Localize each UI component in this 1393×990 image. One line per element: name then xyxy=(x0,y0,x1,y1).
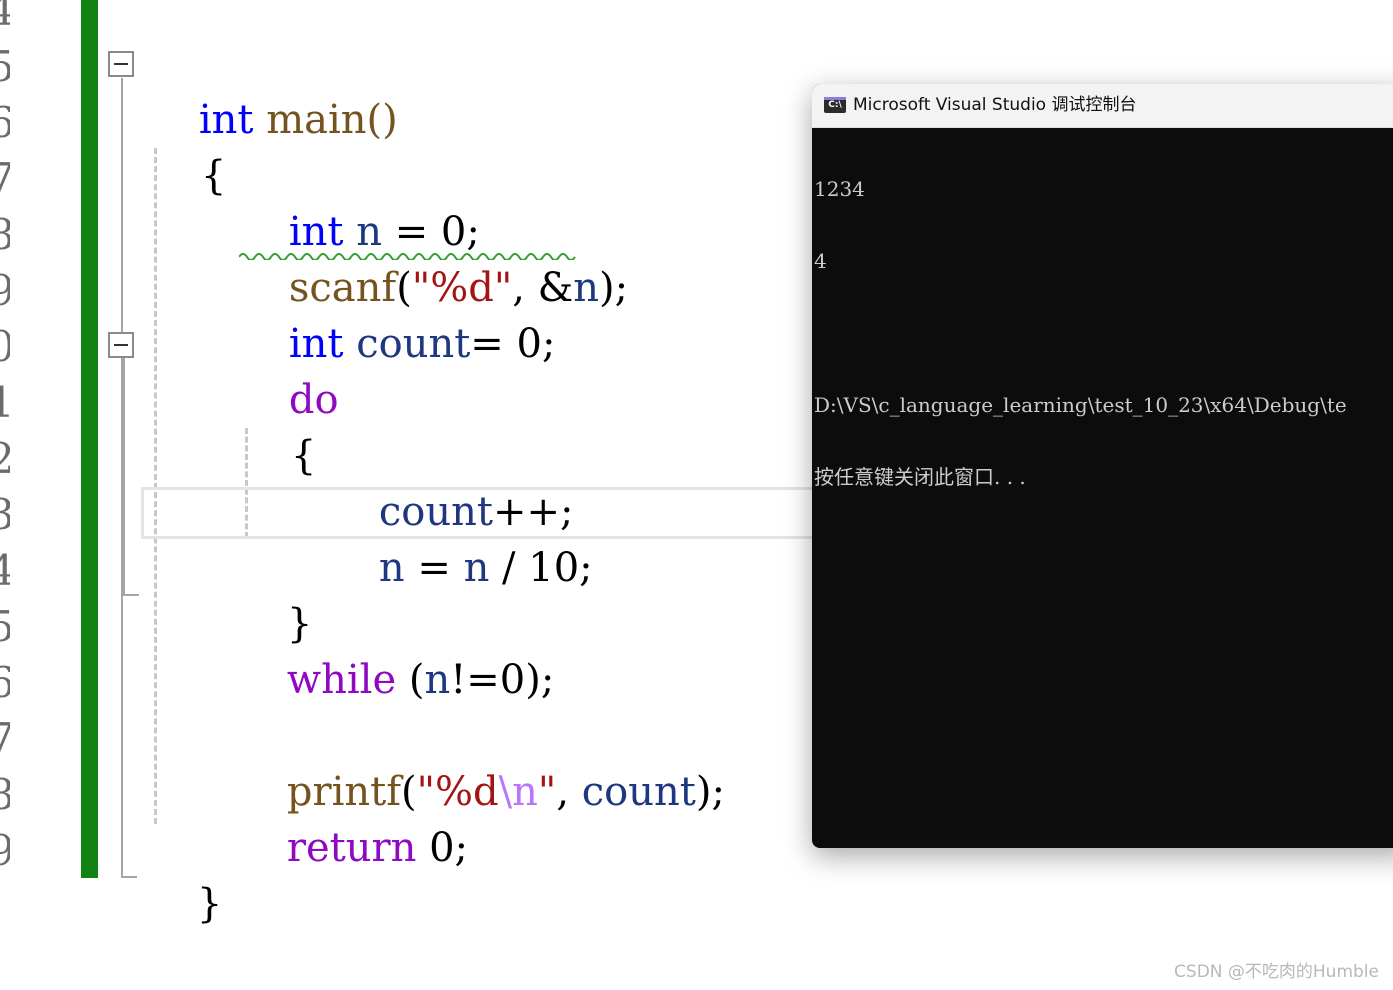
line-number: 8 xyxy=(0,207,10,263)
line-number: 7 xyxy=(0,711,10,767)
keyword-return: return xyxy=(286,825,417,871)
code-text: / 10; xyxy=(489,545,593,591)
code-text: = xyxy=(404,545,464,591)
escape-sequence: \n xyxy=(498,769,538,815)
line-number: 8 xyxy=(0,767,10,823)
code-text: , xyxy=(556,769,582,815)
code-line[interactable]: int n = 0; xyxy=(238,148,480,255)
code-text: 0; xyxy=(416,825,469,871)
outline-line-do xyxy=(123,358,125,596)
line-number: 6 xyxy=(0,655,10,711)
line-number: 1 xyxy=(0,375,10,431)
string-literal: " xyxy=(537,769,557,815)
line-number: 4 xyxy=(0,543,10,599)
outline-end-main xyxy=(121,876,137,878)
change-tracking-bar xyxy=(81,0,98,878)
line-number: 5 xyxy=(0,599,10,655)
function-main: main() xyxy=(253,97,398,143)
collapse-do-icon[interactable] xyxy=(108,332,134,358)
warning-squiggle xyxy=(239,253,576,260)
code-line[interactable]: } xyxy=(236,540,312,647)
code-line[interactable]: printf("%d\n", count); xyxy=(236,708,725,815)
code-text: ( xyxy=(396,657,425,703)
code-line[interactable]: do xyxy=(238,316,339,423)
variable-n: n xyxy=(573,265,600,311)
code-line[interactable]: { xyxy=(240,372,316,479)
outline-end-do xyxy=(123,594,139,596)
code-line[interactable]: { xyxy=(150,92,226,199)
variable-count: count xyxy=(343,321,471,367)
debug-console-window[interactable]: C:\ Microsoft Visual Studio 调试控制台 1234 4… xyxy=(812,84,1393,848)
code-line[interactable]: return 0; xyxy=(236,764,468,871)
code-text: ); xyxy=(599,265,629,311)
code-text: ); xyxy=(695,769,725,815)
console-title-bar[interactable]: C:\ Microsoft Visual Studio 调试控制台 xyxy=(812,84,1393,128)
variable-n: n xyxy=(463,545,490,591)
line-number: 9 xyxy=(0,263,10,319)
line-number: 6 xyxy=(0,95,10,151)
brace-close: } xyxy=(196,881,223,927)
keyword-while: while xyxy=(286,657,397,703)
code-line[interactable]: while (n!=0); xyxy=(236,596,554,703)
code-line[interactable]: int count= 0; xyxy=(238,260,556,367)
variable-count: count xyxy=(581,769,696,815)
variable-n: n xyxy=(424,657,451,703)
line-number: 9 xyxy=(0,823,10,879)
line-number: 5 xyxy=(0,39,10,95)
line-number: 0 xyxy=(0,319,10,375)
console-output-line: D:\VS\c_language_learning\test_10_23\x64… xyxy=(814,393,1347,417)
console-output[interactable]: 1234 4 D:\VS\c_language_learning\test_10… xyxy=(814,129,1393,537)
code-line[interactable]: int main() xyxy=(148,36,398,143)
code-line[interactable]: count++; xyxy=(328,428,574,535)
brace-open: { xyxy=(290,433,317,479)
console-icon-label: C:\ xyxy=(828,100,842,110)
brace-open: { xyxy=(200,153,227,199)
watermark: CSDN @不吃肉的Humble xyxy=(1174,962,1379,982)
console-output-line: 4 xyxy=(814,249,827,273)
variable-n: n xyxy=(378,545,405,591)
code-line[interactable]: } xyxy=(146,820,222,927)
code-text: = 0; xyxy=(470,321,556,367)
line-number: 4 xyxy=(0,0,10,39)
console-title: Microsoft Visual Studio 调试控制台 xyxy=(853,95,1137,115)
line-number: 3 xyxy=(0,487,10,543)
code-line-current[interactable]: n = n / 10; xyxy=(328,484,593,591)
console-output-line: 按任意键关闭此窗口. . . xyxy=(814,465,1026,489)
console-output-line: 1234 xyxy=(814,177,865,201)
console-app-icon: C:\ xyxy=(824,97,846,113)
line-number: 2 xyxy=(0,431,10,487)
code-text: !=0); xyxy=(450,657,555,703)
line-number: 7 xyxy=(0,151,10,207)
collapse-main-icon[interactable] xyxy=(108,51,134,77)
